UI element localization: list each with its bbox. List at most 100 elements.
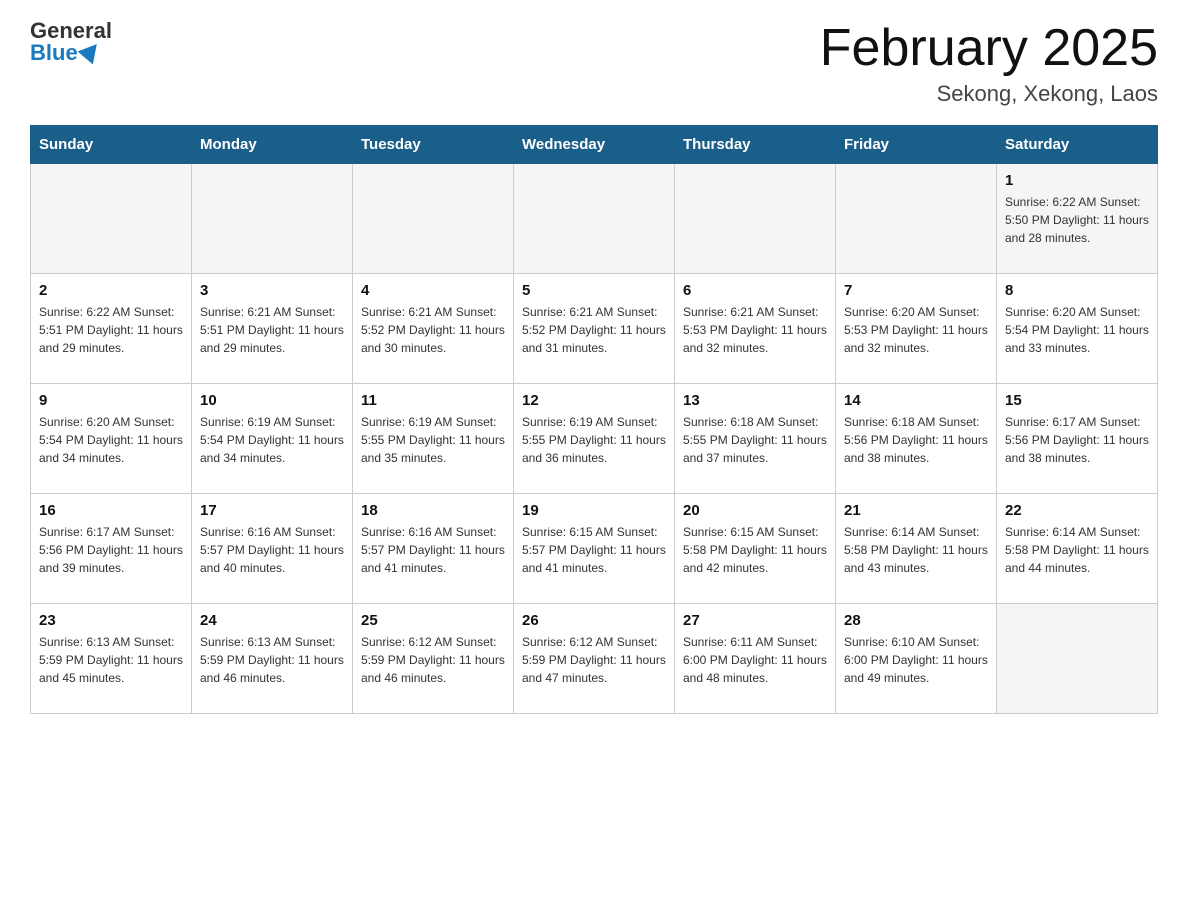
calendar-cell: 15Sunrise: 6:17 AM Sunset: 5:56 PM Dayli… — [997, 384, 1158, 494]
day-info: Sunrise: 6:14 AM Sunset: 5:58 PM Dayligh… — [1005, 523, 1149, 577]
day-info: Sunrise: 6:12 AM Sunset: 5:59 PM Dayligh… — [522, 633, 666, 687]
day-number: 2 — [39, 282, 183, 299]
title-block: February 2025 Sekong, Xekong, Laos — [820, 20, 1158, 107]
calendar-week-2: 2 Sunrise: 6:22 AM Sunset: 5:51 PM Daylig… — [31, 274, 1158, 384]
calendar-cell: 8 Sunrise: 6:20 AM Sunset: 5:54 PM Daylig… — [997, 274, 1158, 384]
day-info: Sunrise: 6:14 AM Sunset: 5:58 PM Dayligh… — [844, 523, 988, 577]
calendar-cell — [31, 164, 192, 274]
day-info: Sunrise: 6:20 AM Sunset: 5:54 PM Dayligh… — [39, 413, 183, 467]
day-number: 17 — [200, 502, 344, 519]
day-info: Sunrise: 6:22 AM Sunset: 5:51 PM Dayligh… — [39, 303, 183, 357]
calendar-cell: 11 Sunrise: 6:19 AM Sunset: 5:55 PM Dayli… — [353, 384, 514, 494]
day-info: Sunrise: 6:21 AM Sunset: 5:53 PM Dayligh… — [683, 303, 827, 357]
day-info: Sunrise: 6:21 AM Sunset: 5:52 PM Dayligh… — [361, 303, 505, 357]
day-number: 25 — [361, 612, 505, 629]
calendar-cell: 7 Sunrise: 6:20 AM Sunset: 5:53 PM Daylig… — [836, 274, 997, 384]
calendar-cell: 12 Sunrise: 6:19 AM Sunset: 5:55 PM Dayli… — [514, 384, 675, 494]
day-info: Sunrise: 6:13 AM Sunset: 5:59 PM Dayligh… — [39, 633, 183, 687]
day-number: 20 — [683, 502, 827, 519]
weekday-row: SundayMondayTuesdayWednesdayThursdayFrid… — [31, 126, 1158, 164]
day-number: 22 — [1005, 502, 1149, 519]
calendar-cell — [514, 164, 675, 274]
calendar-cell: 5 Sunrise: 6:21 AM Sunset: 5:52 PM Daylig… — [514, 274, 675, 384]
day-number: 10 — [200, 392, 344, 409]
day-number: 5 — [522, 282, 666, 299]
calendar-cell: 28 Sunrise: 6:10 AM Sunset: 6:00 PM Dayli… — [836, 604, 997, 714]
day-info: Sunrise: 6:19 AM Sunset: 5:55 PM Dayligh… — [361, 413, 505, 467]
day-info: Sunrise: 6:16 AM Sunset: 5:57 PM Dayligh… — [200, 523, 344, 577]
day-info: Sunrise: 6:18 AM Sunset: 5:56 PM Dayligh… — [844, 413, 988, 467]
calendar-cell: 4 Sunrise: 6:21 AM Sunset: 5:52 PM Daylig… — [353, 274, 514, 384]
day-number: 7 — [844, 282, 988, 299]
day-number: 28 — [844, 612, 988, 629]
calendar-cell — [997, 604, 1158, 714]
calendar-cell: 3 Sunrise: 6:21 AM Sunset: 5:51 PM Daylig… — [192, 274, 353, 384]
calendar-table: SundayMondayTuesdayWednesdayThursdayFrid… — [30, 125, 1158, 714]
page-header: General Blue February 2025 Sekong, Xekon… — [30, 20, 1158, 107]
calendar-cell — [353, 164, 514, 274]
calendar-cell: 20 Sunrise: 6:15 AM Sunset: 5:58 PM Dayli… — [675, 494, 836, 604]
calendar-cell: 23 Sunrise: 6:13 AM Sunset: 5:59 PM Dayli… — [31, 604, 192, 714]
day-number: 11 — [361, 392, 505, 409]
calendar-week-3: 9 Sunrise: 6:20 AM Sunset: 5:54 PM Daylig… — [31, 384, 1158, 494]
day-number: 13 — [683, 392, 827, 409]
day-number: 8 — [1005, 282, 1149, 299]
calendar-cell: 10 Sunrise: 6:19 AM Sunset: 5:54 PM Dayli… — [192, 384, 353, 494]
calendar-cell: 26 Sunrise: 6:12 AM Sunset: 5:59 PM Dayli… — [514, 604, 675, 714]
logo-triangle-icon — [77, 38, 104, 65]
day-number: 23 — [39, 612, 183, 629]
day-info: Sunrise: 6:22 AM Sunset: 5:50 PM Dayligh… — [1005, 193, 1149, 247]
day-number: 19 — [522, 502, 666, 519]
calendar-cell: 24 Sunrise: 6:13 AM Sunset: 5:59 PM Dayli… — [192, 604, 353, 714]
logo-general-text: General — [30, 20, 112, 42]
day-number: 16 — [39, 502, 183, 519]
day-number: 4 — [361, 282, 505, 299]
day-number: 1 — [1005, 172, 1149, 189]
calendar-cell: 25 Sunrise: 6:12 AM Sunset: 5:59 PM Dayli… — [353, 604, 514, 714]
day-info: Sunrise: 6:21 AM Sunset: 5:51 PM Dayligh… — [200, 303, 344, 357]
calendar-body: 1 Sunrise: 6:22 AM Sunset: 5:50 PM Daylig… — [31, 164, 1158, 714]
logo-blue-text: Blue — [30, 42, 101, 64]
location-subtitle: Sekong, Xekong, Laos — [820, 81, 1158, 107]
day-info: Sunrise: 6:20 AM Sunset: 5:54 PM Dayligh… — [1005, 303, 1149, 357]
day-number: 26 — [522, 612, 666, 629]
calendar-cell: 6Sunrise: 6:21 AM Sunset: 5:53 PM Daylig… — [675, 274, 836, 384]
day-info: Sunrise: 6:20 AM Sunset: 5:53 PM Dayligh… — [844, 303, 988, 357]
day-number: 12 — [522, 392, 666, 409]
calendar-cell: 2 Sunrise: 6:22 AM Sunset: 5:51 PM Daylig… — [31, 274, 192, 384]
calendar-cell: 17 Sunrise: 6:16 AM Sunset: 5:57 PM Dayli… — [192, 494, 353, 604]
calendar-cell — [836, 164, 997, 274]
day-info: Sunrise: 6:15 AM Sunset: 5:58 PM Dayligh… — [683, 523, 827, 577]
weekday-header-wednesday: Wednesday — [514, 126, 675, 164]
calendar-cell: 22 Sunrise: 6:14 AM Sunset: 5:58 PM Dayli… — [997, 494, 1158, 604]
calendar-week-5: 23 Sunrise: 6:13 AM Sunset: 5:59 PM Dayli… — [31, 604, 1158, 714]
day-info: Sunrise: 6:19 AM Sunset: 5:54 PM Dayligh… — [200, 413, 344, 467]
calendar-cell: 21 Sunrise: 6:14 AM Sunset: 5:58 PM Dayli… — [836, 494, 997, 604]
weekday-header-thursday: Thursday — [675, 126, 836, 164]
calendar-cell: 1 Sunrise: 6:22 AM Sunset: 5:50 PM Daylig… — [997, 164, 1158, 274]
calendar-cell: 13 Sunrise: 6:18 AM Sunset: 5:55 PM Dayli… — [675, 384, 836, 494]
day-number: 3 — [200, 282, 344, 299]
day-number: 14 — [844, 392, 988, 409]
day-info: Sunrise: 6:18 AM Sunset: 5:55 PM Dayligh… — [683, 413, 827, 467]
day-info: Sunrise: 6:21 AM Sunset: 5:52 PM Dayligh… — [522, 303, 666, 357]
day-number: 24 — [200, 612, 344, 629]
calendar-cell: 19 Sunrise: 6:15 AM Sunset: 5:57 PM Dayli… — [514, 494, 675, 604]
day-info: Sunrise: 6:15 AM Sunset: 5:57 PM Dayligh… — [522, 523, 666, 577]
day-number: 9 — [39, 392, 183, 409]
day-info: Sunrise: 6:13 AM Sunset: 5:59 PM Dayligh… — [200, 633, 344, 687]
calendar-title: February 2025 — [820, 20, 1158, 77]
day-info: Sunrise: 6:19 AM Sunset: 5:55 PM Dayligh… — [522, 413, 666, 467]
calendar-cell: 14 Sunrise: 6:18 AM Sunset: 5:56 PM Dayli… — [836, 384, 997, 494]
day-info: Sunrise: 6:12 AM Sunset: 5:59 PM Dayligh… — [361, 633, 505, 687]
calendar-cell: 9 Sunrise: 6:20 AM Sunset: 5:54 PM Daylig… — [31, 384, 192, 494]
calendar-cell: 16Sunrise: 6:17 AM Sunset: 5:56 PM Dayli… — [31, 494, 192, 604]
day-number: 18 — [361, 502, 505, 519]
calendar-cell — [192, 164, 353, 274]
day-number: 21 — [844, 502, 988, 519]
day-info: Sunrise: 6:10 AM Sunset: 6:00 PM Dayligh… — [844, 633, 988, 687]
day-info: Sunrise: 6:11 AM Sunset: 6:00 PM Dayligh… — [683, 633, 827, 687]
day-number: 27 — [683, 612, 827, 629]
logo-blue-label: Blue — [30, 42, 78, 64]
weekday-header-monday: Monday — [192, 126, 353, 164]
